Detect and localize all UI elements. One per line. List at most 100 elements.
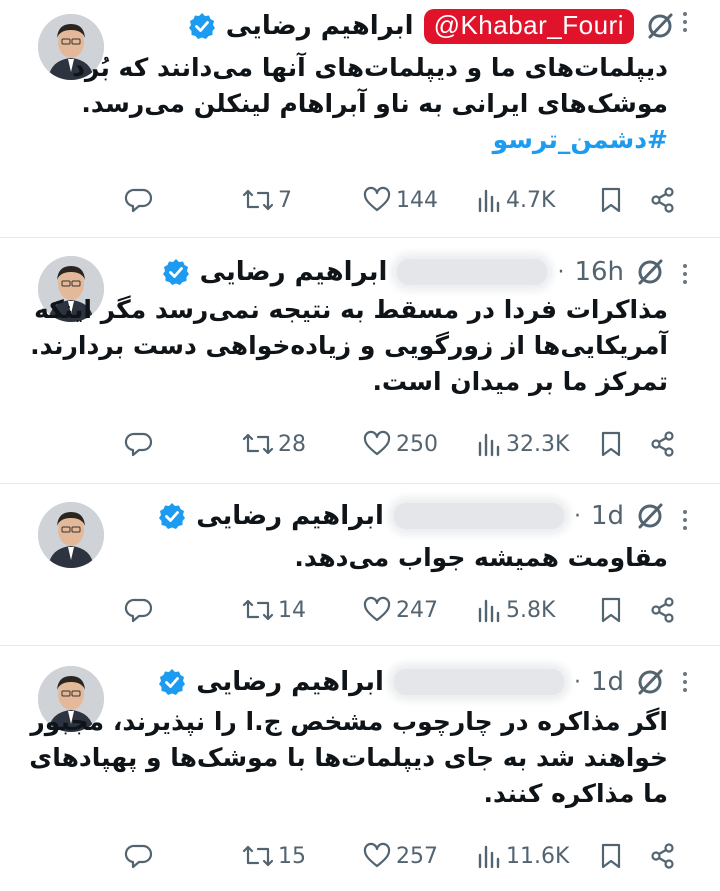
author-name[interactable]: ابراهیم رضایی [226,11,414,41]
retweet-count: 15 [278,843,306,869]
tweet-header: @Khabar_Fouri ابراهیم رضایی [188,8,676,44]
bookmark-button[interactable] [598,590,624,630]
tweet-text-line: اگر مذاکره در چارچوب مشخص ج.ا را نپذیرند… [30,707,668,736]
like-button[interactable]: 257 [362,836,438,876]
more-icon[interactable] [680,264,690,286]
bookmark-button[interactable] [598,836,624,876]
tweet-text: مقاومت همیشه جواب می‌دهد. [108,540,668,576]
tweet-1[interactable]: @Khabar_Fouri ابراهیم رضایی دیپلمات‌های … [0,0,720,238]
tweet-text: مذاکرات فردا در مسقط به نتیجه نمی‌رسد مگ… [30,292,668,400]
verified-badge-icon [159,669,186,695]
share-icon [651,843,674,869]
author-name[interactable]: ابراهیم رضایی [200,257,388,287]
reply-icon [124,432,153,457]
views-button[interactable]: 32.3K [476,424,569,464]
grok-icon[interactable] [634,256,666,288]
retweet-count: 14 [278,597,306,623]
share-icon [651,597,674,623]
verified-badge-icon [162,259,189,285]
handle-blurred [393,503,564,529]
like-button[interactable]: 247 [362,590,438,630]
views-icon [478,433,500,457]
views-count: 4.7K [506,187,556,213]
timestamp[interactable]: 1d [591,501,624,531]
tweet-text-line: مقاومت همیشه جواب می‌دهد. [294,543,668,572]
bookmark-icon [601,843,621,869]
like-button[interactable]: 250 [362,424,438,464]
share-button[interactable] [648,590,678,630]
tweet-text: دیپلمات‌های ما و دیپلمات‌های آنها می‌دان… [72,50,668,158]
retweet-button[interactable]: 14 [242,590,306,630]
tweet-text-line: دیپلمات‌های ما و دیپلمات‌های آنها می‌دان… [72,53,668,82]
views-count: 5.8K [506,597,556,623]
share-button[interactable] [648,180,678,220]
tweet-text-line: تمرکز ما بر میدان است. [372,367,668,396]
retweet-button[interactable]: 15 [242,836,306,876]
tweet-header: 1d · ابراهیم رضایی [158,498,666,534]
more-icon[interactable] [680,672,690,694]
like-count: 144 [396,187,438,213]
tweet-header: 1d · ابراهیم رضایی [158,664,666,700]
share-button[interactable] [648,424,678,464]
retweet-button[interactable]: 28 [242,424,306,464]
tweet-actions: 28 250 32.3K [120,424,680,464]
author-name[interactable]: ابراهیم رضایی [196,667,384,697]
hashtag-link[interactable]: #دشمن_ترسو [108,122,668,158]
more-icon[interactable] [680,12,690,34]
handle-blurred [397,259,548,285]
more-icon[interactable] [680,510,690,532]
handle-blurred [393,669,564,695]
avatar[interactable] [38,502,104,568]
verified-badge-icon [159,503,186,529]
share-button[interactable] [648,836,678,876]
tweet-4[interactable]: 1d · ابراهیم رضایی اگر مذاکره در چارچوب … [0,646,720,891]
views-count: 11.6K [506,843,570,869]
reply-button[interactable] [124,590,154,630]
separator-dot: · [573,503,581,529]
timestamp[interactable]: 1d [591,667,624,697]
share-icon [651,431,674,457]
reply-button[interactable] [124,180,154,220]
timestamp[interactable]: 16h [574,257,624,287]
reply-button[interactable] [124,424,154,464]
reply-icon [124,598,153,623]
bookmark-icon [601,431,621,457]
reply-icon [124,844,153,869]
retweet-count: 7 [278,187,292,213]
retweet-button[interactable]: 7 [242,180,292,220]
tweet-actions: 7 144 4.7K [120,180,680,220]
heart-icon [363,186,391,212]
share-icon [651,187,674,213]
retweet-icon [242,189,274,211]
like-count: 257 [396,843,438,869]
heart-icon [363,430,391,456]
reply-button[interactable] [124,836,154,876]
grok-icon[interactable] [634,666,666,698]
views-button[interactable]: 4.7K [476,180,555,220]
like-count: 247 [396,597,438,623]
tweet-actions: 14 247 5.8K [120,590,680,630]
separator-dot: · [573,669,581,695]
tweet-text-line: مذاکرات فردا در مسقط به نتیجه نمی‌رسد مگ… [34,295,668,324]
views-icon [478,599,500,623]
bookmark-icon [601,187,621,213]
views-button[interactable]: 5.8K [476,590,555,630]
tweet-3[interactable]: 1d · ابراهیم رضایی مقاومت همیشه جواب می‌… [0,484,720,646]
tweet-2[interactable]: 16h · ابراهیم رضایی مذاکرات فردا در مسقط… [0,238,720,484]
retweet-icon [242,433,274,455]
retweet-icon [242,599,274,621]
views-icon [478,845,500,869]
views-button[interactable]: 11.6K [476,836,569,876]
tweet-text: اگر مذاکره در چارچوب مشخص ج.ا را نپذیرند… [29,704,668,812]
bookmark-button[interactable] [598,180,624,220]
views-count: 32.3K [506,431,570,457]
verified-badge-icon [188,13,215,39]
author-name[interactable]: ابراهیم رضایی [196,501,384,531]
grok-icon[interactable] [634,500,666,532]
grok-icon[interactable] [644,10,676,42]
tweet-header: 16h · ابراهیم رضایی [162,254,666,290]
bookmark-button[interactable] [598,424,624,464]
like-button[interactable]: 144 [362,180,438,220]
separator-dot: · [557,259,565,285]
bookmark-icon [601,597,621,623]
